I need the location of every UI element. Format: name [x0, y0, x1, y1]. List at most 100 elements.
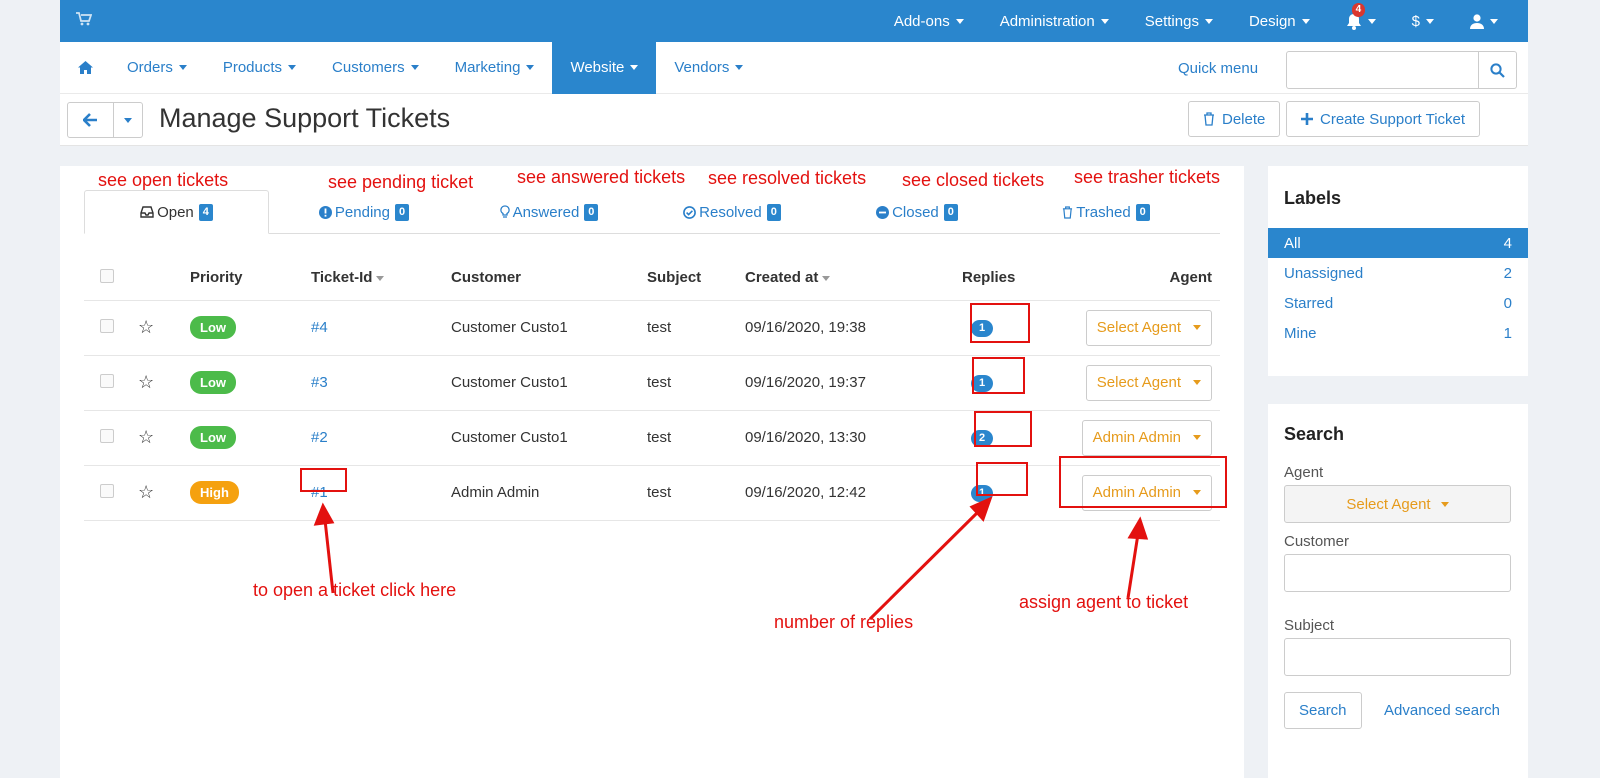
ticket-id-highlight-box	[300, 468, 347, 492]
nav-marketing-label: Marketing	[454, 59, 521, 76]
table-row: ☆ Low #2 Customer Custo1 test 09/16/2020…	[84, 410, 1220, 466]
check-circle-icon	[683, 205, 697, 219]
star-icon[interactable]: ☆	[138, 317, 154, 337]
replies-highlight-box	[976, 462, 1028, 496]
agent-select[interactable]: Select Agent	[1085, 309, 1212, 346]
label-mine[interactable]: Mine 1	[1268, 318, 1528, 348]
header-created[interactable]: Created at	[745, 256, 945, 301]
plus-icon	[1301, 113, 1313, 125]
administration-menu[interactable]: Administration	[1000, 13, 1109, 30]
quick-menu-link[interactable]: Quick menu	[1178, 60, 1258, 77]
agent-select[interactable]: Admin Admin	[1081, 419, 1212, 456]
nav-vendors[interactable]: Vendors	[656, 42, 761, 94]
label-all[interactable]: All 4	[1268, 228, 1528, 258]
nav-customers[interactable]: Customers	[314, 42, 437, 94]
advanced-search-link[interactable]: Advanced search	[1384, 702, 1500, 719]
annotation-open: see open tickets	[98, 170, 229, 190]
addons-menu[interactable]: Add-ons	[894, 13, 964, 30]
annotation-open-ticket: to open a ticket click here	[253, 580, 457, 600]
back-button[interactable]	[68, 103, 114, 137]
star-icon[interactable]: ☆	[138, 372, 154, 392]
table-row: ☆ High #1 Admin Admin test 09/16/2020, 1…	[84, 465, 1220, 521]
row-checkbox[interactable]	[100, 428, 114, 443]
ticket-id-link[interactable]: #4	[311, 319, 328, 336]
label-unassigned[interactable]: Unassigned 2	[1268, 258, 1528, 288]
notifications-menu[interactable]: 4	[1346, 2, 1376, 30]
create-ticket-button[interactable]: Create Support Ticket	[1286, 101, 1481, 137]
minus-circle-icon	[876, 205, 890, 219]
search-submit-button[interactable]: Search	[1284, 692, 1362, 729]
label-all-count: 4	[1503, 234, 1512, 252]
currency-menu[interactable]: $	[1412, 13, 1434, 30]
header-subject[interactable]: Subject	[647, 256, 745, 301]
tab-resolved[interactable]: Resolved 0	[680, 190, 784, 234]
label-starred-count: 0	[1503, 294, 1512, 312]
agent-filter-select[interactable]: Select Agent	[1284, 485, 1511, 523]
settings-menu[interactable]: Settings	[1145, 13, 1213, 30]
label-unassigned-name: Unassigned	[1284, 264, 1364, 282]
back-dropdown-button[interactable]	[114, 103, 142, 137]
header-replies[interactable]: Replies	[945, 256, 1065, 301]
header-customer[interactable]: Customer	[451, 256, 647, 301]
priority-badge: Low	[190, 316, 236, 339]
nav-website-label: Website	[570, 59, 625, 76]
table-row: ☆ Low #4 Customer Custo1 test 09/16/2020…	[84, 300, 1220, 356]
sort-icon	[376, 275, 385, 281]
nav-customers-label: Customers	[332, 59, 405, 76]
design-menu[interactable]: Design	[1249, 13, 1310, 30]
page-title: Manage Support Tickets	[159, 103, 451, 133]
annotation-closed: see closed tickets	[902, 170, 1045, 190]
row-checkbox[interactable]	[100, 483, 114, 498]
header-star	[138, 256, 190, 301]
header-priority[interactable]: Priority	[190, 256, 311, 301]
user-menu[interactable]	[1470, 13, 1498, 29]
lightbulb-icon	[499, 205, 510, 218]
agent-select[interactable]: Select Agent	[1085, 364, 1212, 401]
select-all-checkbox[interactable]	[100, 268, 114, 283]
label-unassigned-count: 2	[1503, 264, 1512, 282]
nav-products[interactable]: Products	[205, 42, 314, 94]
chevron-down-icon	[1440, 501, 1449, 507]
tab-open-count: 4	[198, 203, 213, 221]
notification-badge: 4	[1351, 2, 1366, 17]
subject-cell: test	[647, 465, 745, 521]
nav-vendors-label: Vendors	[674, 59, 730, 76]
label-starred[interactable]: Starred 0	[1268, 288, 1528, 318]
global-search-input[interactable]	[1286, 51, 1517, 89]
star-icon[interactable]: ☆	[138, 482, 154, 502]
header-ticket-id[interactable]: Ticket-Id	[311, 256, 451, 301]
created-cell: 09/16/2020, 19:38	[745, 300, 945, 356]
tab-pending[interactable]: Pending 0	[314, 190, 414, 234]
home-link[interactable]	[60, 42, 109, 94]
cart-icon[interactable]	[76, 12, 94, 28]
priority-badge: Low	[190, 371, 236, 394]
row-checkbox[interactable]	[100, 373, 114, 388]
tab-answered[interactable]: Answered 0	[494, 190, 604, 234]
tab-answered-count: 0	[584, 203, 599, 221]
row-checkbox[interactable]	[100, 318, 114, 333]
annotation-trashed: see trasher tickets	[1074, 167, 1221, 187]
annotation-replies: number of replies	[774, 612, 914, 632]
nav-orders[interactable]: Orders	[109, 42, 205, 94]
tab-open[interactable]: Open 4	[84, 190, 269, 234]
star-icon[interactable]: ☆	[138, 427, 154, 447]
tab-trashed[interactable]: Trashed 0	[1058, 190, 1154, 234]
chevron-down-icon	[288, 65, 297, 70]
tab-open-label: Open	[157, 203, 194, 221]
annotation-pending: see pending ticket	[328, 172, 474, 192]
top-bar: Add-ons Administration Settings Design 4…	[60, 0, 1528, 42]
customer-filter-input[interactable]	[1284, 554, 1511, 592]
label-all-name: All	[1284, 234, 1301, 252]
labels-panel: Labels All 4 Unassigned 2 Starred 0 Mine 1	[1268, 166, 1528, 376]
tab-closed[interactable]: Closed 0	[874, 190, 960, 234]
nav-website[interactable]: Website	[552, 41, 657, 94]
settings-label: Settings	[1144, 12, 1199, 30]
ticket-id-link[interactable]: #3	[311, 374, 328, 391]
nav-marketing[interactable]: Marketing	[437, 42, 553, 94]
priority-badge: Low	[190, 426, 236, 449]
header-agent[interactable]: Agent	[1065, 256, 1220, 301]
ticket-id-link[interactable]: #2	[311, 429, 328, 446]
delete-button[interactable]: Delete	[1188, 101, 1281, 137]
subject-filter-input[interactable]	[1284, 638, 1511, 676]
search-button[interactable]	[1478, 52, 1516, 88]
